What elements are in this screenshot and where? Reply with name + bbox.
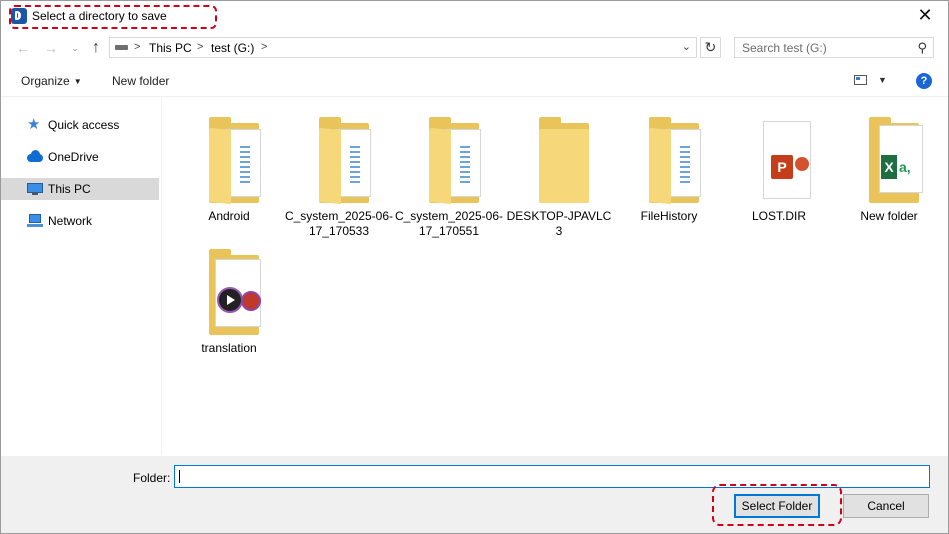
folder-item-lost-dir[interactable]: P LOST.DIR [724, 105, 834, 235]
sidebar-item-label: Quick access [48, 118, 120, 132]
caret-down-icon: ▼ [73, 77, 82, 86]
folder-icon [641, 115, 705, 205]
search-input[interactable]: Search test (G:) [742, 41, 827, 55]
powerpoint-folder-icon: P [751, 115, 815, 205]
folder-item-c-system-170533[interactable]: C_system_2025-06-17_170533 [284, 105, 394, 238]
arrow-right-icon: → [44, 40, 58, 56]
forward-button[interactable]: → [41, 38, 61, 58]
folder-name: translation [201, 341, 257, 355]
navigation-pane: ★ Quick access OneDrive This PC Network [1, 97, 162, 455]
close-button[interactable]: ✕ [902, 1, 948, 31]
title-highlight-annotation [9, 5, 217, 29]
network-icon [27, 214, 43, 228]
sidebar-item-label: OneDrive [48, 150, 99, 164]
breadcrumb-test-drive[interactable]: test (G:) [211, 41, 254, 55]
search-box[interactable]: Search test (G:) ⚲ [734, 37, 934, 58]
computer-icon [27, 182, 43, 196]
folder-field-label: Folder: [133, 471, 171, 485]
empty-folder-icon [531, 115, 595, 205]
folder-name: New folder [860, 209, 918, 223]
folder-icon [421, 115, 485, 205]
folder-item-filehistory[interactable]: FileHistory [614, 105, 724, 235]
address-dropdown-icon[interactable]: ⌄ [682, 40, 691, 53]
cancel-button[interactable]: Cancel [843, 494, 929, 518]
refresh-button[interactable]: ↻ [700, 37, 721, 58]
organize-label: Organize [21, 74, 70, 88]
search-icon: ⚲ [917, 40, 927, 55]
select-folder-button[interactable]: Select Folder [734, 494, 820, 518]
folder-name: C_system_2025-06-17_170533 [284, 209, 394, 238]
up-button[interactable]: ↑ [86, 38, 106, 58]
folder-icon [311, 115, 375, 205]
back-button[interactable]: ← [13, 38, 33, 58]
address-bar[interactable]: > This PC > test (G:) > ⌄ [109, 37, 697, 58]
help-icon[interactable]: ? [916, 73, 932, 89]
new-folder-label: New folder [112, 74, 170, 88]
folder-icon [201, 115, 265, 205]
folder-name: DESKTOP-JPAVLC3 [506, 209, 612, 238]
cloud-icon [27, 150, 43, 164]
excel-icon: X [881, 155, 897, 179]
text-caret [179, 470, 180, 483]
drive-icon [115, 45, 128, 50]
sidebar-item-label: Network [48, 214, 93, 228]
folder-item-translation[interactable]: translation [174, 237, 284, 367]
arrow-left-icon: ← [16, 40, 30, 56]
folder-item-c-system-170551[interactable]: C_system_2025-06-17_170551 [394, 105, 504, 238]
folder-name: Android [208, 209, 250, 223]
dialog-footer: Folder: Select Folder Cancel [1, 456, 948, 533]
folder-item-desktop-jpavlc3[interactable]: DESKTOP-JPAVLC3 [504, 105, 614, 238]
folder-name: FileHistory [640, 209, 698, 223]
play-icon [217, 287, 243, 313]
view-options-caret-icon[interactable]: ▼ [878, 75, 887, 85]
sidebar-item-quick-access[interactable]: ★ Quick access [1, 114, 159, 136]
sidebar-item-onedrive[interactable]: OneDrive [1, 146, 159, 168]
powerpoint-icon: P [771, 155, 793, 179]
breadcrumb-this-pc[interactable]: This PC [149, 41, 192, 55]
arrow-up-icon: ↑ [92, 39, 100, 56]
sidebar-item-label: This PC [48, 182, 91, 196]
breadcrumb-separator: > [134, 41, 141, 53]
excel-folder-icon: X a, [861, 115, 925, 205]
breadcrumb-separator: > [261, 41, 268, 53]
sidebar-item-this-pc[interactable]: This PC [1, 178, 159, 200]
command-toolbar: Organize ▼ New folder ▼ ? [1, 67, 948, 97]
recent-locations-button[interactable]: ⌄ [65, 38, 85, 58]
folder-name: C_system_2025-06-17_170551 [394, 209, 504, 238]
folder-item-new-folder[interactable]: X a, New folder [834, 105, 944, 235]
refresh-icon: ↻ [704, 39, 717, 55]
help-label: ? [920, 75, 928, 87]
excel-cell-glyph: a, [899, 159, 911, 175]
breadcrumb-separator: > [197, 41, 204, 53]
close-icon: ✕ [917, 5, 933, 25]
file-list-pane: Android C_system_2025-06-17_170533 C_sys… [162, 97, 948, 455]
new-folder-button[interactable]: New folder [112, 74, 169, 88]
organize-button[interactable]: Organize ▼ [21, 74, 82, 88]
media-folder-icon [201, 247, 265, 337]
sidebar-item-network[interactable]: Network [1, 210, 159, 232]
title-bar: Select a directory to save ✕ [1, 1, 948, 31]
change-view-icon[interactable] [854, 75, 867, 85]
star-icon: ★ [27, 116, 41, 133]
navigation-bar: ← → ⌄ ↑ > This PC > test (G:) > ⌄ ↻ Sear… [1, 33, 948, 63]
file-dialog-window: Select a directory to save ✕ ← → ⌄ ↑ > T… [0, 0, 949, 534]
chevron-down-icon: ⌄ [71, 43, 79, 53]
folder-item-android[interactable]: Android [174, 105, 284, 235]
folder-name: LOST.DIR [751, 209, 806, 223]
